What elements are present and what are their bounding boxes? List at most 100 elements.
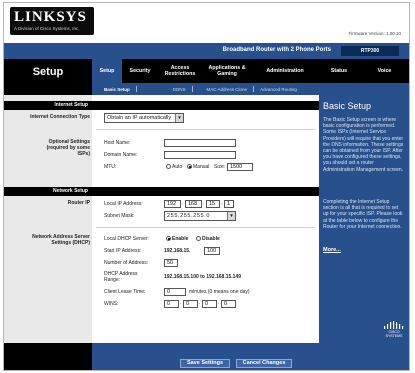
wins-octet-2[interactable] (183, 300, 198, 308)
brand-subtitle: A Division of Cisco Systems, Inc. (14, 26, 80, 31)
connection-type-select[interactable]: Obtain an IP automatically ▼ (104, 113, 184, 123)
start-ip-label: Start IP Address: (104, 248, 142, 254)
subtab-divider (191, 86, 193, 92)
label-internet-connection-type: Internet Connection Type (30, 114, 90, 120)
host-name-label: Host Name: (104, 140, 131, 146)
radio-mtu-auto[interactable] (166, 164, 171, 170)
header: LINKSYS A Division of Cisco Systems, Inc… (4, 3, 409, 43)
ip-dot: . (182, 200, 184, 206)
tab-administration[interactable]: Administration (252, 59, 318, 83)
dhcp-disable-option[interactable]: Disable (196, 236, 220, 242)
local-ip-octet-2[interactable] (185, 200, 202, 208)
brand-name: LINKSYS (14, 9, 87, 25)
cisco-wordmark: CISCO SYSTEMS (385, 330, 403, 338)
wins-label: WINS: (104, 301, 119, 307)
help-paragraph-1: The Basic Setup screen is where basic co… (323, 117, 404, 173)
left-section-column: Internet Setup Internet Connection Type … (4, 95, 92, 343)
footer-right (319, 343, 409, 370)
dhcp-disable-label: Disable (202, 236, 220, 242)
section-header-bar (92, 187, 319, 196)
footer-actions: Save Settings Cancel Changes (92, 343, 319, 370)
linksys-logo: LINKSYS A Division of Cisco Systems, Inc… (10, 7, 94, 35)
ip-dot: . (180, 300, 182, 306)
mtu-auto-option[interactable]: Auto (166, 164, 182, 170)
number-of-address-input[interactable] (164, 259, 178, 267)
client-lease-input[interactable] (164, 288, 186, 296)
page-title: Setup (32, 66, 64, 78)
local-ip-label: Local IP Address: (104, 201, 143, 207)
firmware-version: Firmware Version: 1.00.10 (348, 31, 401, 36)
mtu-manual-label: Manual (193, 164, 210, 170)
local-ip-octet-1[interactable] (164, 200, 181, 208)
divider (96, 129, 315, 130)
section-internet-setup: Internet Setup (4, 101, 92, 110)
chevron-down-icon[interactable]: ▼ (227, 212, 235, 220)
tab-setup[interactable]: Setup (92, 59, 122, 83)
footer-left (4, 343, 92, 370)
label-network-address-server: Network Address Server Settings (DHCP) (32, 234, 90, 246)
subnet-mask-label: Subnet Mask: (104, 213, 135, 219)
radio-mtu-manual[interactable] (187, 164, 192, 170)
cancel-changes-button[interactable]: Cancel Changes (236, 359, 292, 368)
settings-form: Obtain an IP automatically ▼ Host Name: … (92, 95, 319, 343)
wins-octet-1[interactable] (164, 300, 179, 308)
tab-status[interactable]: Status (318, 59, 360, 83)
dhcp-range-label: DHCP Address Range: (104, 271, 138, 283)
help-title: Basic Setup (323, 101, 372, 111)
help-more-link[interactable]: More... (323, 247, 341, 253)
client-lease-label: Client Lease Time: (104, 289, 146, 295)
wins-octet-3[interactable] (202, 300, 217, 308)
ip-dot: . (199, 300, 201, 306)
subtab-divider (135, 86, 137, 92)
start-ip-prefix: 192.168.15. (164, 248, 191, 254)
tab-access-restrictions[interactable]: Access Restrictions (158, 59, 202, 83)
router-admin-page: LINKSYS A Division of Cisco Systems, Inc… (3, 2, 410, 371)
radio-dhcp-disable[interactable] (196, 236, 201, 242)
subtab-basic-setup[interactable]: Basic Setup (98, 87, 136, 92)
main-tabs: Setup Security Access Restrictions Appli… (92, 59, 409, 83)
dhcp-enable-option[interactable]: Enable (166, 236, 188, 242)
page-title-block: Setup (4, 59, 92, 95)
wins-octet-4[interactable] (221, 300, 236, 308)
tab-voice[interactable]: Voice (360, 59, 409, 83)
mtu-auto-label: Auto (172, 164, 183, 170)
tab-applications-gaming[interactable]: Applications & Gaming (202, 59, 252, 83)
cisco-logo: CISCO SYSTEMS (383, 321, 405, 338)
product-bar: Broadband Router with 2 Phone Ports RTP3… (4, 43, 409, 59)
tab-security[interactable]: Security (122, 59, 158, 83)
client-lease-note: minutes (0 means one day) (189, 289, 250, 295)
chevron-down-icon[interactable]: ▼ (175, 114, 183, 122)
radio-dhcp-enable[interactable] (166, 236, 171, 242)
dhcp-enable-label: Enable (172, 236, 189, 242)
section-network-setup: Network Setup (4, 187, 92, 196)
subtab-mac-address-clone[interactable]: MAC Address Clone (201, 87, 254, 92)
dhcp-server-label: Local DHCP Server: (104, 236, 149, 242)
section-header-bar (92, 101, 319, 110)
connection-type-value: Obtain an IP automatically (107, 115, 172, 121)
save-settings-button[interactable]: Save Settings (180, 359, 230, 368)
product-name: Broadband Router with 2 Phone Ports (222, 47, 331, 53)
sub-tabs: Basic Setup DDNS MAC Address Clone Advan… (92, 83, 409, 95)
mtu-size-label: Size: (214, 164, 226, 170)
model-number: RTP300 (341, 46, 399, 56)
help-panel: Basic Setup The Basic Setup screen is wh… (319, 95, 409, 343)
dhcp-range-value: 192.168.15.100 to 192.168.15.149 (164, 274, 242, 280)
label-router-ip: Router IP (67, 200, 90, 206)
local-ip-octet-4[interactable] (224, 200, 234, 208)
subtab-ddns[interactable]: DDNS (167, 87, 192, 92)
subnet-mask-select[interactable]: 255.255.255.0 ▼ (164, 211, 236, 221)
host-name-input[interactable] (164, 139, 236, 147)
number-of-address-label: Number of Address: (104, 260, 149, 266)
mtu-manual-option[interactable]: Manual (187, 164, 209, 170)
subtab-advanced-routing[interactable]: Advanced Routing (254, 87, 303, 92)
mtu-label: MTU: (104, 164, 117, 170)
mtu-size-input[interactable] (227, 163, 253, 171)
cisco-bridge-icon (384, 321, 404, 329)
domain-name-input[interactable] (164, 151, 236, 159)
ip-dot: . (221, 200, 223, 206)
local-ip-octet-3[interactable] (206, 200, 220, 208)
label-optional-settings: Optional Settings (required by some ISPs… (46, 139, 90, 157)
ip-dot: . (218, 300, 220, 306)
ip-dot: . (203, 200, 205, 206)
start-ip-input[interactable] (204, 247, 220, 255)
